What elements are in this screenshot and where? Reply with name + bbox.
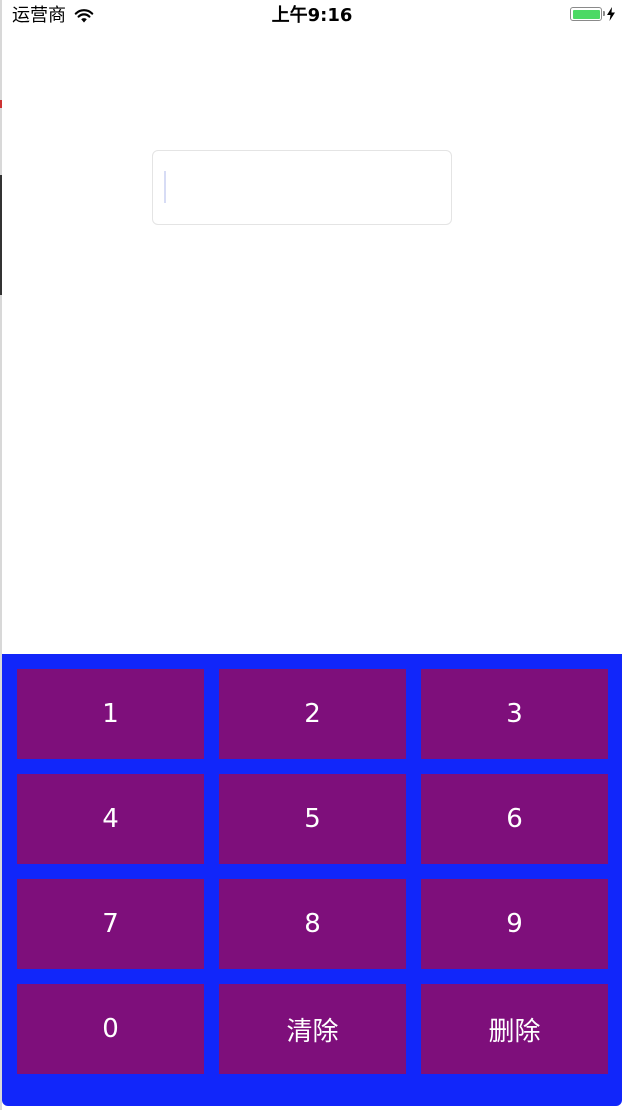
left-edge-mark [0,175,2,295]
key-0-button[interactable]: 0 [17,984,204,1074]
key-8-button[interactable]: 8 [219,879,406,969]
status-bar: 运营商 上午9:16 [2,0,622,32]
charging-bolt-icon [607,7,615,21]
key-6-button[interactable]: 6 [421,774,608,864]
key-1-button[interactable]: 1 [17,669,204,759]
key-4-button[interactable]: 4 [17,774,204,864]
clear-button[interactable]: 清除 [219,984,406,1074]
key-7-button[interactable]: 7 [17,879,204,969]
number-input-field[interactable] [152,150,452,225]
battery-group [570,7,616,21]
text-caret [164,171,166,203]
battery-icon [570,7,605,21]
key-5-button[interactable]: 5 [219,774,406,864]
left-edge-mark [0,100,2,108]
number-keypad: 1 2 3 4 5 6 7 8 9 0 清除 删除 [2,654,622,1106]
key-3-button[interactable]: 3 [421,669,608,759]
screen: 运营商 上午9:16 1 2 3 4 5 6 7 8 9 0 清除 删除 [0,0,622,1110]
key-2-button[interactable]: 2 [219,669,406,759]
delete-button[interactable]: 删除 [421,984,608,1074]
battery-fill [572,9,600,19]
status-time: 上午9:16 [271,5,353,26]
number-input[interactable] [153,151,451,224]
key-9-button[interactable]: 9 [421,879,608,969]
